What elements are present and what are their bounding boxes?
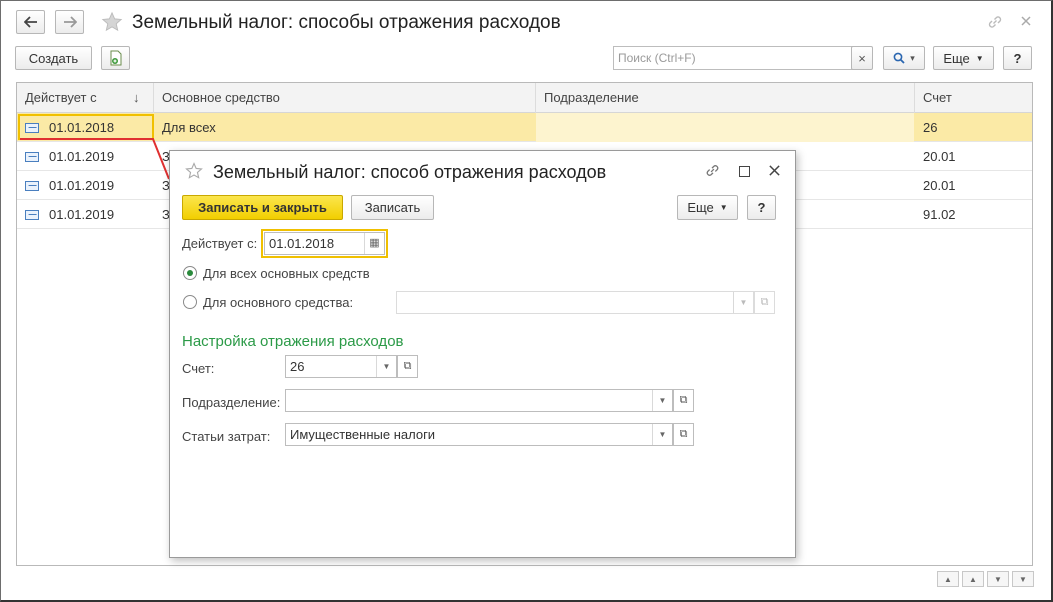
valid-from-label: Действует с: (182, 236, 258, 251)
asset-field: ▼ (396, 291, 754, 314)
open-asset-icon: ⧉ (754, 291, 775, 314)
search-icon (893, 52, 905, 64)
scroll-first-button[interactable]: ▲ (937, 571, 959, 587)
cost-item-field[interactable]: Имущественные налоги ▼ (285, 423, 673, 446)
link-icon[interactable] (986, 13, 1004, 34)
clear-search-button[interactable]: × (851, 46, 873, 70)
calendar-icon[interactable]: ▦ (364, 233, 384, 254)
open-account-icon[interactable]: ⧉ (397, 355, 418, 378)
chevron-down-icon: ▼ (975, 53, 984, 63)
chevron-down-icon: ▾ (910, 52, 915, 63)
search-placeholder: Поиск (Ctrl+F) (618, 51, 696, 65)
more-button[interactable]: Еще ▼ (933, 46, 994, 70)
radio-single-asset-label[interactable]: Для основного средства: (203, 295, 353, 310)
dialog-more-button[interactable]: Еще ▼ (677, 195, 738, 220)
cell-account: 26 (923, 120, 938, 135)
account-label: Счет: (182, 361, 215, 376)
column-header-division[interactable]: Подразделение (536, 83, 915, 113)
column-header-asset[interactable]: Основное средство (154, 83, 536, 113)
section-title: Настройка отражения расходов (182, 333, 404, 350)
help-button[interactable]: ? (1003, 46, 1032, 70)
account-field[interactable]: 26 ▼ (285, 355, 397, 378)
save-button[interactable]: Записать (351, 195, 434, 220)
chevron-down-icon[interactable]: ▼ (652, 390, 672, 411)
dialog-title: Земельный налог: способ отражения расход… (213, 162, 607, 182)
radio-single-asset[interactable] (183, 295, 197, 309)
search-button[interactable]: ▾ (883, 46, 925, 70)
cost-item-label: Статьи затрат: (182, 429, 271, 444)
scroll-up-button[interactable]: ▲ (962, 571, 984, 587)
open-cost-item-icon[interactable]: ⧉ (673, 423, 694, 446)
more-label: Еще (943, 50, 970, 66)
cell-account: 20.01 (923, 149, 956, 164)
division-label: Подразделение: (182, 395, 281, 410)
valid-from-date-field[interactable]: 01.01.2018 ▦ (264, 232, 385, 255)
chevron-down-icon: ▼ (733, 292, 753, 313)
radio-all-assets-label[interactable]: Для всех основных средств (203, 266, 370, 281)
close-icon[interactable] (1019, 14, 1033, 31)
clear-icon: × (858, 50, 866, 66)
column-header-account[interactable]: Счет (915, 83, 1032, 113)
search-input[interactable]: Поиск (Ctrl+F) (613, 46, 853, 70)
close-icon[interactable] (768, 164, 781, 180)
radio-all-assets[interactable] (183, 266, 197, 280)
scroll-last-button[interactable]: ▼ (1012, 571, 1034, 587)
maximize-icon[interactable] (739, 166, 750, 177)
chevron-down-icon[interactable]: ▼ (652, 424, 672, 445)
chevron-down-icon: ▼ (719, 203, 728, 212)
cell-account: 20.01 (923, 178, 956, 193)
cell-account: 91.02 (923, 207, 956, 222)
scroll-down-button[interactable]: ▼ (987, 571, 1009, 587)
edit-dialog: Земельный налог: способ отражения расход… (169, 150, 796, 558)
cell-division (536, 113, 914, 142)
cell-date: 01.01.2019 (49, 207, 115, 222)
link-icon[interactable] (704, 162, 721, 182)
save-and-close-button[interactable]: Записать и закрыть (182, 195, 343, 220)
dialog-help-button[interactable]: ? (747, 195, 776, 220)
chevron-down-icon[interactable]: ▼ (376, 356, 396, 377)
record-icon (25, 210, 39, 220)
cell-asset: Для всех (162, 120, 216, 135)
star-icon[interactable] (185, 162, 203, 183)
main-window: Земельный налог: способы отражения расхо… (0, 0, 1053, 602)
open-division-icon[interactable]: ⧉ (673, 389, 694, 412)
division-field[interactable]: ▼ (285, 389, 673, 412)
